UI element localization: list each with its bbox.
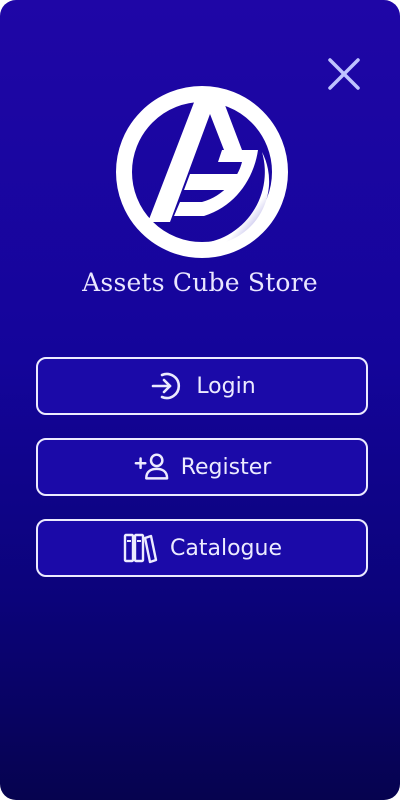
catalogue-label: Catalogue — [170, 535, 282, 561]
menu-panel: Assets Cube Store Login Register Catalog… — [0, 0, 400, 800]
add-user-icon — [133, 449, 169, 485]
books-icon — [122, 530, 158, 566]
register-button[interactable]: Register — [36, 438, 368, 496]
brand-name: Assets Cube Store — [82, 268, 318, 297]
assets-cube-logo — [116, 86, 288, 258]
register-label: Register — [180, 454, 272, 480]
brand-logo — [112, 82, 292, 262]
login-button[interactable]: Login — [36, 357, 368, 415]
login-icon — [148, 368, 184, 404]
close-icon — [328, 58, 360, 90]
login-label: Login — [196, 373, 256, 399]
close-button[interactable] — [322, 52, 366, 96]
catalogue-button[interactable]: Catalogue — [36, 519, 368, 577]
